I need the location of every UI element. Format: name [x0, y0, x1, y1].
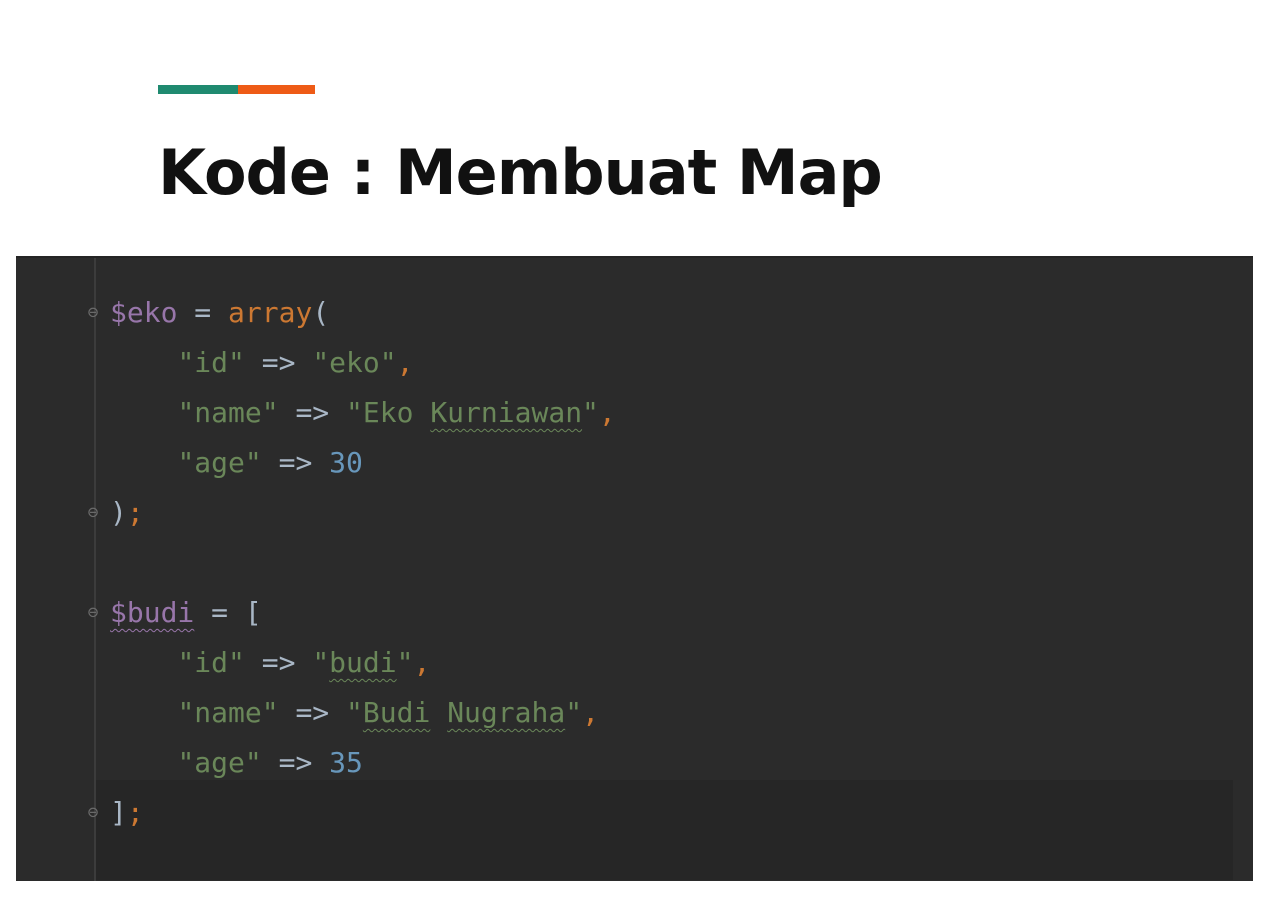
code-token: = [177, 296, 229, 329]
code-token: , [396, 346, 414, 379]
code-token-typo: Budi [362, 696, 431, 729]
code-line-11: ⊖]; [88, 788, 616, 838]
code-line-1: ⊖ $eko = array( [88, 288, 616, 338]
code-line-3: "name" => "Eko Kurniawan", [110, 388, 616, 438]
code-line-5: ⊖); [88, 488, 616, 538]
code-token: 35 [329, 746, 363, 779]
code-token: array [228, 296, 313, 329]
code-token-typo: Kurniawan [430, 396, 583, 429]
code-token: "name" [177, 696, 279, 729]
code-block: ⊖ $eko = array( "id" => "eko", "name" => … [88, 288, 616, 838]
slide: Kode : Membuat Map ⊖ $eko = array( "id" =… [0, 0, 1274, 915]
code-token: " [312, 646, 330, 679]
code-token: "age" [177, 446, 262, 479]
code-line-9: "name" => "Budi Nugraha", [110, 688, 616, 738]
code-token: => [244, 346, 313, 379]
fold-marker-icon[interactable]: ⊖ [86, 301, 100, 325]
fold-marker-icon[interactable]: ⊖ [86, 501, 100, 525]
code-editor-panel: ⊖ $eko = array( "id" => "eko", "name" => … [16, 256, 1253, 881]
code-token: " [582, 396, 599, 429]
code-token: " [396, 646, 414, 679]
code-token: => [278, 396, 347, 429]
slide-title: Kode : Membuat Map [158, 136, 883, 209]
code-token: "age" [177, 746, 262, 779]
code-line-8: "id" => "budi", [110, 638, 616, 688]
fold-marker-icon[interactable]: ⊖ [86, 601, 100, 625]
code-token: , [582, 696, 599, 729]
code-token-typo: Nugraha [447, 696, 566, 729]
code-token: , [598, 396, 616, 429]
code-token: ; [126, 796, 144, 829]
code-token: "Eko [346, 396, 431, 429]
code-token: [ [244, 596, 262, 629]
code-token: , [413, 646, 431, 679]
code-token: " [346, 696, 363, 729]
code-line-2: "id" => "eko", [110, 338, 616, 388]
code-token: "id" [177, 346, 245, 379]
code-token: 30 [329, 446, 363, 479]
code-token: $eko [110, 296, 178, 329]
code-token: = [194, 596, 245, 629]
code-token: ; [126, 496, 144, 529]
code-line-4: "age" => 30 [110, 438, 616, 488]
code-token: ( [312, 296, 330, 329]
title-accent-bar [158, 85, 315, 94]
accent-bar-teal [158, 85, 238, 94]
code-token: => [261, 746, 330, 779]
code-token: "name" [177, 396, 279, 429]
code-line-7: ⊖ $budi = [ [88, 588, 616, 638]
code-line-10: "age" => 35 [110, 738, 616, 788]
code-token: " [565, 696, 583, 729]
code-token: ] [110, 796, 127, 829]
fold-marker-icon[interactable]: ⊖ [86, 801, 100, 825]
code-token-typo: budi [329, 646, 397, 679]
code-token: "id" [177, 646, 245, 679]
code-token: $budi [110, 596, 195, 629]
code-token: => [261, 446, 330, 479]
code-token: => [244, 646, 313, 679]
code-token: => [278, 696, 347, 729]
code-token: ) [110, 496, 127, 529]
accent-bar-orange [238, 85, 315, 94]
code-token: "eko" [312, 346, 397, 379]
